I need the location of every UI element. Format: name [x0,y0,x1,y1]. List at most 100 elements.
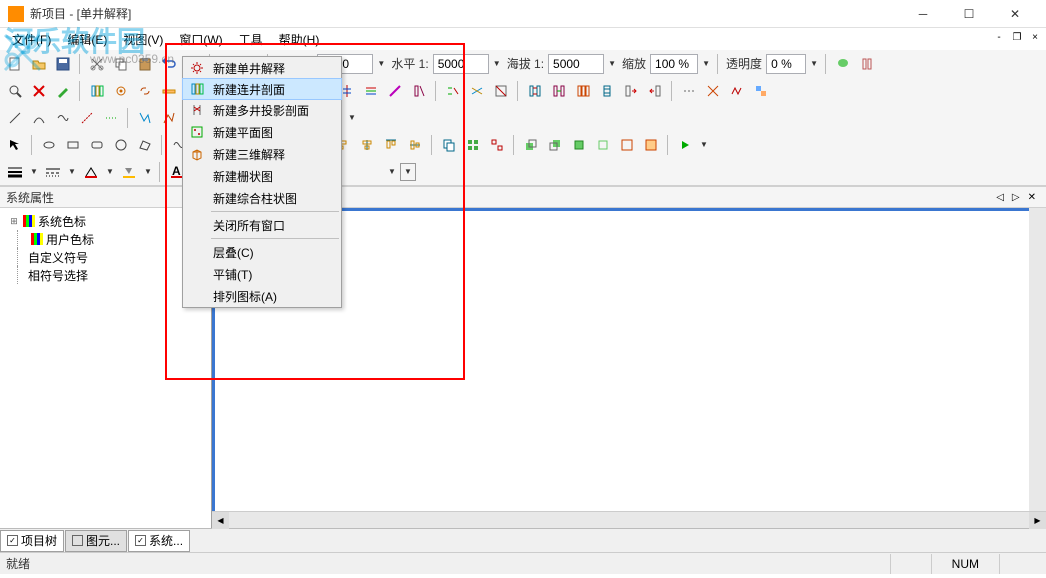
copy2-icon[interactable] [438,134,460,156]
paste-icon[interactable] [134,53,156,75]
cross-icon[interactable] [702,80,724,102]
corr1-icon[interactable] [442,80,464,102]
copy-icon[interactable] [110,53,132,75]
path1-icon[interactable] [134,107,156,129]
tree-item[interactable]: 用户色标 [4,230,207,248]
extend-r-icon[interactable] [620,80,642,102]
box2-icon[interactable] [640,134,662,156]
dropdown-icon[interactable]: ▼ [698,135,710,155]
balloon-icon[interactable] [832,53,854,75]
menu-new-fence[interactable]: 新建栅状图 [183,165,341,187]
minimize-button[interactable]: ─ [900,0,946,28]
rectangle-icon[interactable] [62,134,84,156]
menu-window[interactable]: 窗口(W) [171,29,230,50]
path2-icon[interactable] [158,107,180,129]
well3-icon[interactable] [572,80,594,102]
back-icon[interactable] [544,134,566,156]
extend-l-icon[interactable] [644,80,666,102]
box1-icon[interactable] [616,134,638,156]
align-m-icon[interactable] [404,134,426,156]
linestyle-icon[interactable] [42,161,64,183]
rounded-icon[interactable] [86,134,108,156]
tree-view[interactable]: ⊞ 系统色标 用户色标 自定义符号 相符号选择 [0,208,211,528]
dropdown-icon[interactable]: ▼ [66,162,78,182]
elev-input[interactable] [548,54,604,74]
backward-icon[interactable] [592,134,614,156]
track-icon[interactable] [856,53,878,75]
close-button[interactable]: ✕ [992,0,1038,28]
mdi-restore-icon[interactable]: ❐ [1010,30,1024,44]
gear-icon[interactable] [110,80,132,102]
tab-elements[interactable]: 图元... [65,530,127,552]
dropdown-icon[interactable]: ▼ [808,54,820,74]
menu-new-3d[interactable]: 新建三维解释 [183,143,341,165]
ellipse-icon[interactable] [38,134,60,156]
corr2-icon[interactable] [466,80,488,102]
arrow-icon[interactable] [4,134,26,156]
maximize-button[interactable]: ☐ [946,0,992,28]
puzzle-icon[interactable] [750,80,772,102]
menu-arrange-icons[interactable]: 排列图标(A) [183,285,341,307]
menu-tile[interactable]: 平铺(T) [183,263,341,285]
fillcolor-icon[interactable] [118,161,140,183]
mdi-min-icon[interactable]: - [992,30,1006,44]
undo-icon[interactable] [158,53,180,75]
diag-icon[interactable] [384,80,406,102]
menu-tool[interactable]: 工具 [231,29,271,50]
menu-file[interactable]: 文件(F) [4,29,59,50]
save-icon[interactable] [52,53,74,75]
dropdown-icon[interactable]: ▼ [142,162,154,182]
menu-new-single-well[interactable]: 新建单井解释 [183,57,341,79]
link-icon[interactable] [134,80,156,102]
well1-icon[interactable] [524,80,546,102]
dropdown-icon[interactable]: ▼ [104,162,116,182]
ungroup-icon[interactable] [486,134,508,156]
dash2-icon[interactable] [76,107,98,129]
align-c-icon[interactable] [356,134,378,156]
expand-icon[interactable]: ⊞ [8,216,20,227]
ruler-icon[interactable] [158,80,180,102]
open-icon[interactable] [28,53,50,75]
dropdown-icon[interactable]: ▼ [28,162,40,182]
delete-icon[interactable] [28,80,50,102]
play-icon[interactable] [674,134,696,156]
dropdown-icon[interactable]: ▼ [346,108,358,128]
cut-icon[interactable] [86,53,108,75]
dropdown-icon[interactable]: ▼ [400,163,416,181]
align-t-icon[interactable] [380,134,402,156]
tree-item[interactable]: 自定义符号 [4,248,207,266]
menu-help[interactable]: 帮助(H) [271,29,328,50]
line-icon[interactable] [4,107,26,129]
dropdown-icon[interactable]: ▼ [375,54,387,74]
dash-icon[interactable] [678,80,700,102]
polygon-icon[interactable] [134,134,156,156]
tree-item[interactable]: ⊞ 系统色标 [4,212,207,230]
curve-icon[interactable] [28,107,50,129]
scrollbar-vertical[interactable] [1029,208,1046,511]
dropdown-icon[interactable]: ▼ [386,162,398,182]
dropdown-icon[interactable]: ▼ [606,54,618,74]
trans-input[interactable] [766,54,806,74]
scroll-track[interactable] [229,512,1029,528]
tab-project-tree[interactable]: ✓项目树 [0,530,64,552]
menu-view[interactable]: 视图(V) [115,29,171,50]
panel-next-icon[interactable]: ▷ [1008,192,1024,203]
layers-icon[interactable] [360,80,382,102]
tree-item[interactable]: 相符号选择 [4,266,207,284]
horiz-input[interactable] [433,54,489,74]
dot-icon[interactable] [100,107,122,129]
zoom-input[interactable] [650,54,698,74]
menu-cascade[interactable]: 层叠(C) [183,241,341,263]
menu-new-map[interactable]: 新建平面图 [183,121,341,143]
menu-new-composite[interactable]: 新建综合柱状图 [183,187,341,209]
panel-close-icon[interactable]: ✕ [1024,192,1040,203]
scroll-left-icon[interactable]: ◀ [212,512,229,529]
scroll-right-icon[interactable]: ▶ [1029,512,1046,529]
new-icon[interactable] [4,53,26,75]
linecolor-icon[interactable] [80,161,102,183]
panel-prev-icon[interactable]: ◁ [992,192,1008,203]
bars-icon[interactable] [86,80,108,102]
group-icon[interactable] [462,134,484,156]
menu-edit[interactable]: 编辑(E) [59,29,115,50]
mdi-close-icon[interactable]: × [1028,30,1042,44]
